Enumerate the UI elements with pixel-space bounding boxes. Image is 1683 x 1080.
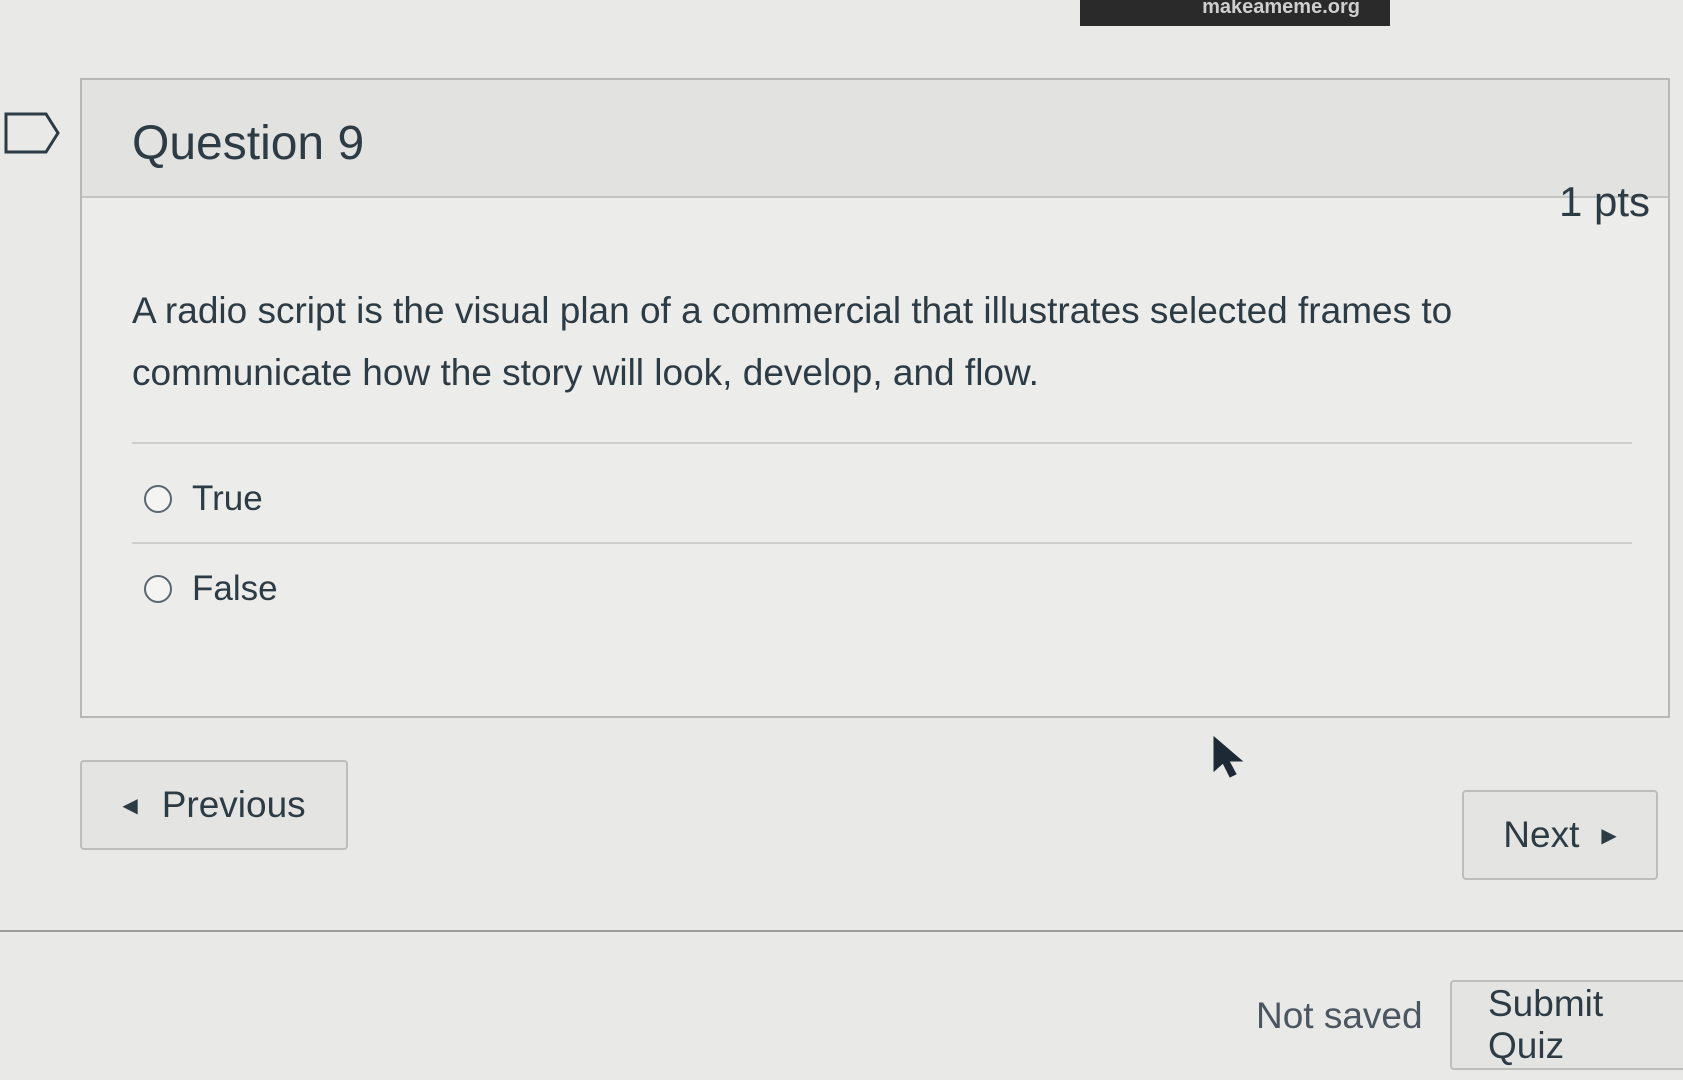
previous-button[interactable]: ◀ Previous <box>80 760 348 850</box>
footer-divider <box>0 930 1683 932</box>
mouse-pointer-icon <box>1213 735 1244 778</box>
answer-divider <box>132 542 1632 544</box>
radio-button-true[interactable] <box>144 485 172 513</box>
question-points: 1 pts <box>1558 178 1650 225</box>
answer-option-true[interactable]: True <box>144 474 263 524</box>
question-card: Question 9 1 pts A radio script is the v… <box>80 78 1670 718</box>
watermark-text: makeameme.org <box>1202 0 1360 18</box>
flag-question-icon[interactable] <box>4 112 60 154</box>
radio-button-false[interactable] <box>144 575 172 603</box>
caret-left-icon: ◀ <box>122 794 138 817</box>
question-title: Question 9 <box>132 117 365 170</box>
question-header: Question 9 <box>82 80 1668 198</box>
submit-label: Submit Quiz <box>1488 983 1604 1066</box>
answer-label-true: True <box>192 479 263 518</box>
save-status: Not saved <box>1256 995 1423 1036</box>
next-label: Next <box>1503 814 1580 855</box>
caret-right-icon: ▶ <box>1601 824 1617 847</box>
answer-label-false: False <box>192 569 278 608</box>
answer-option-false[interactable]: False <box>144 564 278 614</box>
watermark-bar: makeameme.org <box>1080 0 1390 26</box>
submit-quiz-button[interactable]: Submit Quiz <box>1450 980 1683 1070</box>
answer-divider <box>132 442 1632 444</box>
previous-label: Previous <box>161 784 306 825</box>
next-button[interactable]: Next ▶ <box>1462 790 1658 880</box>
question-text: A radio script is the visual plan of a c… <box>132 290 1453 393</box>
